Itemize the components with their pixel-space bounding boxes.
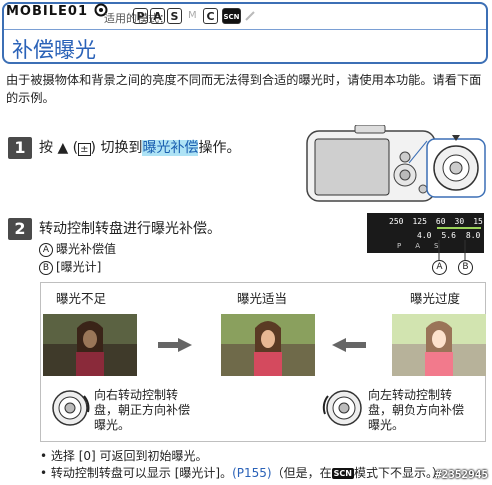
heading-overexposed: 曝光过度 (410, 291, 461, 306)
header-divider (4, 29, 486, 30)
note-reset: • 选择 [0] 可返回到初始曝光。 (40, 449, 208, 463)
heading-underexposed: 曝光不足 (56, 291, 107, 306)
arrow-left-icon (332, 338, 366, 352)
heading-proper: 曝光适当 (237, 291, 288, 306)
mode-c-badge: C (203, 8, 218, 24)
marker-b: B (458, 260, 473, 275)
step-2-text: 转动控制转盘进行曝光补偿。 (39, 221, 221, 237)
step-1-text: 按 ▲ (±) 切换到曝光补偿操作。 (39, 140, 241, 156)
site-logo: MOBILE01 (6, 3, 108, 19)
creative-mode-icon (245, 11, 255, 21)
page-link[interactable]: (P155) (232, 466, 272, 480)
mode-a-badge: A (150, 8, 165, 24)
dial-right-caption: 向右转动控制转 盘，朝正方向补偿 曝光。 (94, 388, 191, 432)
mode-m-dim: M (188, 10, 197, 21)
highlight-term: 曝光补偿 (142, 140, 199, 156)
control-dial-right-icon (52, 390, 90, 426)
photo-underexposed (43, 314, 137, 376)
marker-a: A (432, 260, 447, 275)
shutter-scale: 250 125 60 30 15 (389, 217, 483, 226)
aperture-scale: 4.0 5.6 8.0 (417, 231, 481, 240)
page-title: 补偿曝光 (12, 38, 96, 62)
mode-p-badge: P (133, 8, 148, 24)
control-dial-left-icon (322, 390, 362, 426)
legend-a: A 曝光补偿值 (39, 240, 116, 257)
note-meter: • 转动控制转盘可以显示 [曝光计]。(P155)（但是，在 SCN 模式下不显示。… (40, 466, 444, 480)
mode-scn-badge: SCN (222, 8, 241, 24)
camera-back-illustration (306, 125, 486, 202)
step-1-number: 1 (8, 137, 32, 159)
mode-s-badge: S (167, 8, 182, 24)
intro-paragraph: 由于被摄物体和背景之间的亮度不同而无法得到合适的曝光时，请使用本功能。请看下面的… (6, 73, 482, 105)
scn-mode-icon: SCN (331, 468, 354, 479)
dial-left-caption: 向左转动控制转 盘，朝负方向补偿 曝光。 (368, 388, 465, 432)
legend-b: B [曝光计] (39, 258, 101, 275)
arrow-right-icon (158, 338, 192, 352)
exposure-comp-icon: ± (78, 143, 91, 156)
photo-overexposed (392, 314, 486, 376)
watermark: #2352945 (435, 468, 488, 481)
step-2-number: 2 (8, 218, 32, 240)
photo-proper (221, 314, 315, 376)
